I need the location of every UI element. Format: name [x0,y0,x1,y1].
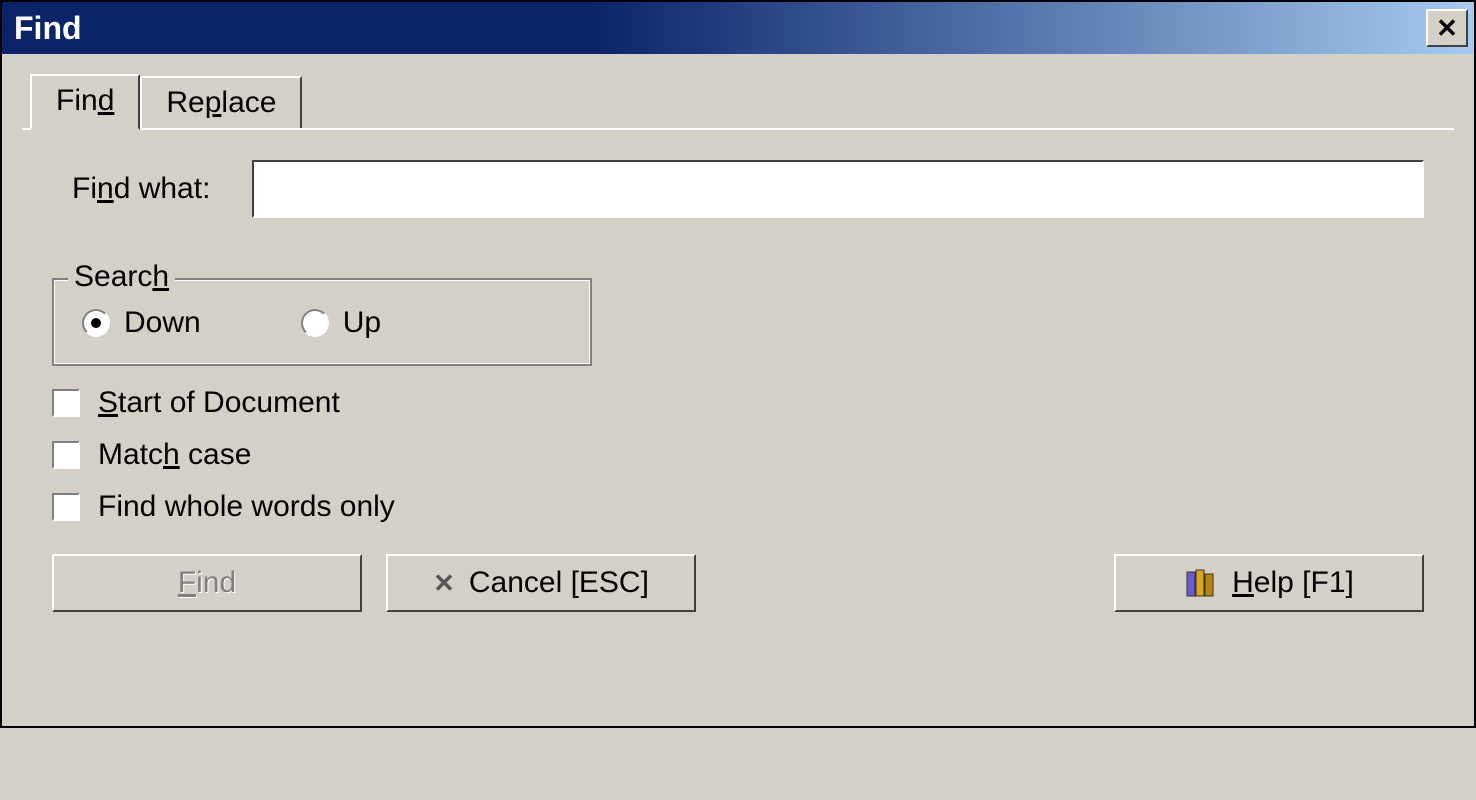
cancel-button-label: Cancel [ESC] [469,566,649,600]
close-icon: ✕ [1436,15,1458,41]
checkbox-match-case[interactable]: Match case [52,438,1424,472]
find-what-label: Find what: [52,172,252,206]
radio-row: Down Up [74,300,570,340]
tab-replace[interactable]: Replace [140,76,302,130]
find-dialog: Find ✕ Find Replace Find what: Search [0,0,1476,728]
books-icon [1184,566,1218,600]
find-button-label: Find [178,566,236,600]
close-button[interactable]: ✕ [1426,9,1468,47]
checkbox-start-of-document[interactable]: Start of Document [52,386,1424,420]
find-button[interactable]: Find [52,554,362,612]
help-button-label: Help [F1] [1232,566,1354,600]
search-direction-legend: Search [68,260,175,294]
help-button[interactable]: Help [F1] [1114,554,1424,612]
radio-down-label: Down [124,306,201,340]
checkbox-box [52,441,80,469]
find-what-row: Find what: [52,160,1424,218]
radio-down[interactable]: Down [82,306,201,340]
checkbox-start-label: Start of Document [98,386,340,420]
checkbox-box [52,493,80,521]
cancel-button[interactable]: ✕ Cancel [ESC] [386,554,696,612]
checkbox-whole-words[interactable]: Find whole words only [52,490,1424,524]
cancel-x-icon: ✕ [433,568,455,599]
checkbox-match-label: Match case [98,438,251,472]
tab-strip: Find Replace [30,74,1454,128]
tab-panel-find: Find what: Search Down [22,128,1454,708]
titlebar: Find ✕ [2,2,1474,54]
button-row: Find ✕ Cancel [ESC] Help [F1] [52,554,1424,612]
dialog-content: Find Replace Find what: Search [2,54,1474,726]
tab-find[interactable]: Find [30,74,140,130]
radio-down-dot [91,318,101,328]
find-what-input[interactable] [252,160,1424,218]
checkbox-box [52,389,80,417]
radio-down-circle [82,309,110,337]
radio-up-circle [301,309,329,337]
titlebar-title: Find [14,10,82,47]
checkbox-whole-label: Find whole words only [98,490,395,524]
search-direction-group: Search Down Up [52,278,592,366]
radio-up-label: Up [343,306,381,340]
radio-up[interactable]: Up [301,306,381,340]
